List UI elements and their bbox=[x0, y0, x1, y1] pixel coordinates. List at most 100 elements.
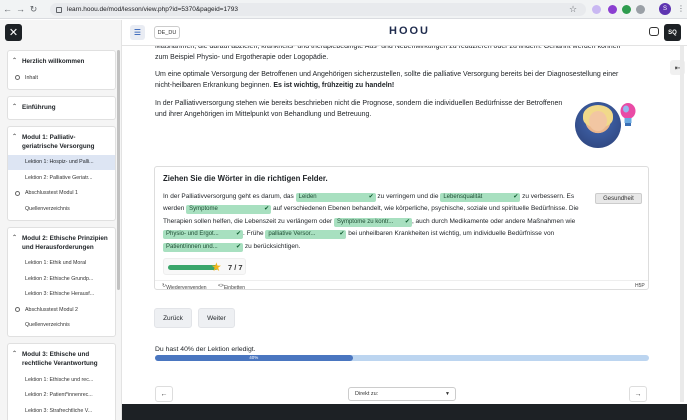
character-portrait bbox=[575, 102, 621, 148]
sidebar-activity-item[interactable]: Lektion 3: Strafrechtliche V... bbox=[8, 403, 115, 419]
score-bar: ★ 7 / 7 bbox=[163, 258, 246, 275]
extension-icon[interactable] bbox=[622, 5, 631, 14]
embed-button[interactable]: <> Einbetten bbox=[218, 283, 245, 291]
bookmark-star-icon[interactable]: ☆ bbox=[569, 4, 577, 15]
sidebar-activity-item[interactable]: Quellenverzeichnis bbox=[8, 318, 115, 334]
site-logo[interactable]: HOOU bbox=[389, 25, 430, 37]
lesson-progress-text: Du hast 40% der Lektion erledigt. bbox=[155, 346, 256, 353]
check-icon: ✔ bbox=[513, 194, 519, 200]
extension-icon[interactable] bbox=[608, 5, 617, 14]
browser-menu-icon[interactable]: ⋮ bbox=[677, 4, 685, 13]
sidebar-activity-item[interactable]: Quellenverzeichnis bbox=[8, 201, 115, 217]
course-section: ⌃ Modul 3: Ethische und rechtliche Verant… bbox=[7, 343, 116, 420]
lesson-content: Maßnahmen, die darauf abzielen, krankhei… bbox=[122, 46, 670, 420]
site-info-icon[interactable] bbox=[56, 6, 62, 13]
completion-status-icon bbox=[15, 190, 20, 196]
drop-zone[interactable]: Lebensqualität ✔ bbox=[440, 193, 521, 202]
check-icon: ✔ bbox=[235, 231, 241, 238]
jump-to-select[interactable]: Direkt zu: ▼ bbox=[348, 387, 456, 401]
course-section: ⌃ Herzlich willkommen Inhalt bbox=[7, 50, 116, 90]
section-title[interactable]: ⌃ Modul 2: Ethische Prinzipien und Heraus… bbox=[8, 232, 115, 256]
emphasis-text: Es ist wichtig, frühzeitig zu handeln! bbox=[273, 82, 395, 90]
page-scrollbar[interactable] bbox=[680, 46, 684, 402]
check-icon: ✔ bbox=[235, 243, 241, 250]
section-title[interactable]: ⌃ Einführung bbox=[8, 101, 115, 116]
drag-text-exercise: Ziehen Sie die Wörter in die richtigen F… bbox=[154, 166, 649, 291]
sidebar-activity-item[interactable]: Lektion 1: Ethische und rec... bbox=[8, 372, 115, 388]
drop-zone[interactable]: Patient/innen und... ✔ bbox=[163, 242, 243, 252]
course-section: ⌃ Einführung bbox=[7, 95, 116, 120]
drop-zone[interactable]: Leiden ✔ bbox=[295, 193, 376, 202]
browser-profile-avatar[interactable]: S bbox=[659, 3, 671, 15]
reload-icon[interactable]: ↻ bbox=[28, 0, 39, 19]
chevron-up-icon[interactable]: ⌃ bbox=[12, 133, 18, 142]
chevron-up-icon[interactable]: ⌃ bbox=[12, 234, 18, 243]
draggable-word[interactable]: Gesundheit bbox=[595, 193, 642, 204]
course-index-drawer: ✕ ⌃ Herzlich willkommen Inhalt ⌃ Einführung ⌃… bbox=[0, 20, 122, 420]
exercise-title: Ziehen Sie die Wörter in die richtigen F… bbox=[163, 174, 328, 183]
section-title[interactable]: ⌃ Modul 3: Ethische und rechtliche Verant… bbox=[8, 348, 115, 372]
lesson-progress-bar: 40% bbox=[155, 355, 649, 361]
messages-icon[interactable] bbox=[649, 27, 659, 36]
address-bar[interactable]: learn.hoou.de/mod/lesson/view.php?id=537… bbox=[50, 3, 586, 16]
user-menu-avatar[interactable]: SQ bbox=[664, 24, 681, 41]
activity-navigation: ← Direkt zu: ▼ → bbox=[155, 386, 649, 404]
top-navbar: ☰ DE_DU HOOU SQ bbox=[122, 20, 687, 46]
url-text: learn.hoou.de/mod/lesson/view.php?id=537… bbox=[67, 6, 238, 13]
lightbulb-icon bbox=[620, 103, 636, 126]
drop-zone[interactable]: palliative Versor... ✔ bbox=[265, 230, 347, 240]
chevron-down-icon: ▼ bbox=[445, 391, 450, 397]
sidebar-activity-item[interactable]: Lektion 3: Ethische Herausf... bbox=[8, 287, 115, 303]
lesson-paragraph: Um eine optimale Versorgung der Betroffe… bbox=[155, 71, 619, 90]
page-footer bbox=[122, 404, 687, 420]
sidebar-activity-item[interactable]: Inhalt bbox=[8, 70, 115, 86]
sidebar-activity-item[interactable]: Lektion 2: Ethische Grundp... bbox=[8, 271, 115, 287]
lesson-progress-fill: 40% bbox=[155, 355, 353, 361]
lesson-paragraph: Maßnahmen, die darauf abzielen, krankhei… bbox=[155, 46, 621, 62]
chevron-up-icon[interactable]: ⌃ bbox=[12, 350, 18, 359]
next-button[interactable]: Weiter bbox=[198, 308, 235, 328]
drop-zone[interactable]: Symptome ✔ bbox=[186, 205, 272, 215]
h5p-logo[interactable]: H5P bbox=[635, 283, 645, 289]
back-arrow-icon[interactable]: ← bbox=[2, 0, 13, 19]
check-icon: ✔ bbox=[264, 206, 270, 213]
next-activity-button[interactable]: → bbox=[629, 386, 647, 402]
sidebar-activity-item[interactable]: Lektion 2: Palliative Geriatr... bbox=[8, 170, 115, 186]
drop-zone[interactable]: Symptome zu kontr... ✔ bbox=[333, 217, 412, 227]
chevron-up-icon[interactable]: ⌃ bbox=[12, 57, 18, 66]
check-icon: ✔ bbox=[368, 194, 374, 200]
drop-zone[interactable]: Physio- und Ergot... ✔ bbox=[163, 230, 243, 240]
exercise-text: In der Palliativversorgung geht es darum… bbox=[163, 193, 579, 252]
sidebar-scrollbar[interactable] bbox=[117, 50, 120, 290]
sidebar-activity-item[interactable]: Lektion 1: Ethik und Moral bbox=[8, 256, 115, 272]
back-button[interactable]: Zurück bbox=[154, 308, 192, 328]
sidebar-activity-item[interactable]: Abschlusstest Modul 2 bbox=[8, 302, 115, 318]
forward-arrow-icon[interactable]: → bbox=[15, 0, 26, 19]
extensions-puzzle-icon[interactable] bbox=[636, 5, 645, 14]
lesson-paragraph: In der Palliativversorgung stehen wie be… bbox=[155, 100, 563, 119]
sidebar-activity-item[interactable]: Lektion 2: Patient*innenrec... bbox=[8, 388, 115, 404]
star-icon: ★ bbox=[211, 260, 222, 274]
browser-toolbar: ← → ↻ learn.hoou.de/mod/lesson/view.php?… bbox=[0, 0, 687, 19]
sidebar-activity-item[interactable]: Lektion 1: Hospiz- und Palli... bbox=[8, 154, 115, 170]
close-drawer-button[interactable]: ✕ bbox=[5, 24, 22, 41]
score-text: 7 / 7 bbox=[228, 263, 243, 272]
course-index-toggle-button[interactable]: ☰ bbox=[130, 25, 145, 40]
language-menu[interactable]: DE_DU bbox=[154, 26, 180, 39]
section-title[interactable]: ⌃ Modul 1: Palliativ-geriatrische Versorg… bbox=[8, 131, 115, 155]
course-index: ⌃ Herzlich willkommen Inhalt ⌃ Einführung ⌃ Mo… bbox=[7, 50, 116, 420]
chevron-up-icon[interactable]: ⌃ bbox=[12, 103, 18, 112]
course-section: ⌃ Modul 2: Ethische Prinzipien und Heraus… bbox=[7, 226, 116, 337]
check-icon: ✔ bbox=[404, 218, 410, 225]
section-title[interactable]: ⌃ Herzlich willkommen bbox=[8, 55, 115, 70]
completion-status-icon bbox=[15, 307, 20, 313]
course-section: ⌃ Modul 1: Palliativ-geriatrische Versorg… bbox=[7, 125, 116, 221]
sidebar-activity-item[interactable]: Abschlusstest Modul 1 bbox=[8, 186, 115, 202]
logo-text: HOOU bbox=[389, 25, 430, 37]
h5p-actions: ↻ Wiederverwenden <> Einbetten H5P bbox=[155, 280, 648, 291]
extension-icon[interactable] bbox=[592, 5, 601, 14]
check-icon: ✔ bbox=[339, 231, 345, 238]
completion-status-icon bbox=[15, 75, 20, 81]
reuse-button[interactable]: ↻ Wiederverwenden bbox=[162, 283, 207, 291]
previous-activity-button[interactable]: ← bbox=[155, 386, 173, 402]
